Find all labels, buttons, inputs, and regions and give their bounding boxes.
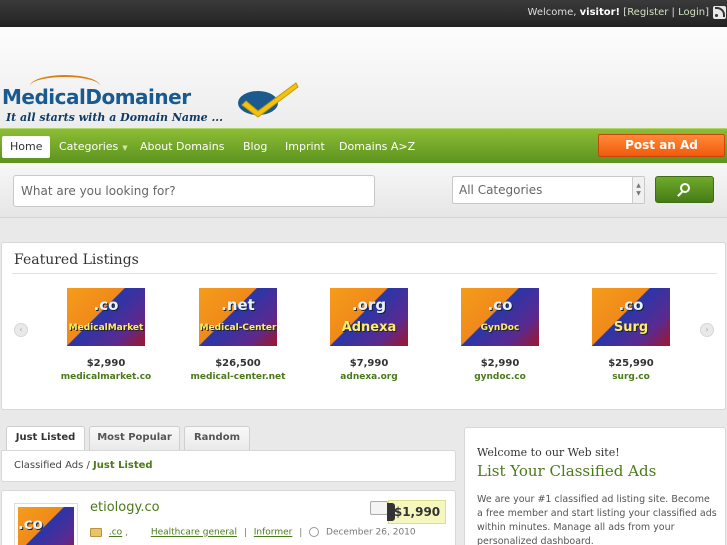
- featured-card[interactable]: .co MedicalMarket $2,990 medicalmarket.c…: [51, 288, 161, 382]
- nav-domains-az[interactable]: Domains A>Z: [339, 136, 415, 158]
- breadcrumb-root[interactable]: Classified Ads: [14, 460, 83, 471]
- featured-thumbnail[interactable]: .org Adnexa: [330, 288, 408, 346]
- separator: |: [671, 7, 675, 18]
- tab-most-popular[interactable]: Most Popular: [89, 426, 180, 450]
- meta-separator: |: [243, 527, 247, 538]
- breadcrumb-separator: /: [86, 460, 90, 471]
- search-input[interactable]: What are you looking for?: [13, 175, 375, 207]
- featured-title: Featured Listings: [14, 252, 139, 268]
- meta-dot: ,: [125, 527, 128, 538]
- thumb-name: GynDoc: [480, 323, 520, 333]
- meta-separator: |: [299, 527, 303, 538]
- featured-card[interactable]: .co Surg $25,990 surg.co: [576, 288, 686, 382]
- listing-item: .co etiology.co $1,990 .co , Healthcare …: [1, 490, 456, 545]
- thumb-name: Adnexa: [341, 320, 397, 335]
- category-select-value: All Categories: [459, 183, 543, 197]
- thumb-tld: .co: [618, 296, 644, 314]
- chevron-left-icon[interactable]: ‹: [14, 323, 28, 337]
- checkmark-logo-icon: [238, 82, 299, 118]
- logo-name-part1: Medical: [2, 85, 86, 109]
- featured-card[interactable]: .org Adnexa $7,990 adnexa.org: [314, 288, 424, 382]
- welcome-prefix: Welcome,: [527, 7, 577, 18]
- top-bar: Welcome, visitor! [Register | Login]: [0, 0, 727, 27]
- logo-tagline: It all starts with a Domain Name ...: [6, 111, 223, 124]
- thumb-tld: .org: [351, 296, 387, 314]
- register-link[interactable]: Register: [627, 7, 668, 18]
- nav-about-domains[interactable]: About Domains: [140, 136, 224, 158]
- divider: [12, 273, 717, 274]
- featured-thumbnail[interactable]: .co GynDoc: [461, 288, 539, 346]
- featured-thumbnail[interactable]: .net Medical-Center: [199, 288, 277, 346]
- listing-thumb-image: .co: [18, 507, 74, 545]
- listing-category-link[interactable]: Healthcare general: [151, 528, 237, 538]
- folder-icon: [90, 527, 102, 537]
- featured-domain-link[interactable]: medicalmarket.co: [51, 372, 161, 382]
- listing-title[interactable]: etiology.co: [90, 500, 160, 515]
- price-tag-icon: [370, 501, 388, 515]
- featured-price: $2,990: [480, 358, 520, 369]
- bracket-close: ]: [705, 7, 709, 18]
- thumb-tld: .co: [93, 296, 119, 314]
- category-select[interactable]: All Categories ▲ ▼: [452, 176, 645, 204]
- thumb-tld: .co: [487, 296, 513, 314]
- username: visitor!: [579, 7, 621, 18]
- search-button[interactable]: [655, 176, 714, 203]
- site-logo[interactable]: MedicalDomainer It all starts with a Dom…: [0, 51, 310, 131]
- nav-home[interactable]: Home: [2, 136, 51, 158]
- listing-author-link[interactable]: Informer: [254, 528, 293, 538]
- featured-domain-link[interactable]: gyndoc.co: [445, 372, 555, 382]
- breadcrumb-current: Just Listed: [93, 460, 153, 471]
- rss-icon[interactable]: [713, 6, 726, 19]
- featured-thumbnail[interactable]: .co MedicalMarket: [67, 288, 145, 346]
- featured-card[interactable]: .co GynDoc $2,990 gyndoc.co: [445, 288, 555, 382]
- widget-text: We are your #1 classified ad listing sit…: [477, 494, 717, 545]
- thumb-tld: .co: [18, 515, 43, 533]
- clock-icon: [309, 527, 320, 537]
- search-icon: [680, 183, 690, 193]
- breadcrumb: Classified Ads / Just Listed: [1, 450, 456, 482]
- nav-categories[interactable]: Categories ▼: [59, 136, 128, 158]
- thumb-name: Surg: [613, 320, 649, 335]
- tab-just-listed[interactable]: Just Listed: [6, 426, 85, 451]
- listing-thumbnail[interactable]: .co: [14, 503, 78, 545]
- featured-price: $2,990: [86, 358, 126, 369]
- logo-name: MedicalDomainer: [2, 85, 191, 109]
- featured-price: $26,500: [215, 358, 261, 369]
- welcome-message: Welcome, visitor! [Register | Login]: [528, 7, 709, 18]
- widget-welcome: Welcome to our Web site!: [477, 446, 620, 459]
- header: MedicalDomainer It all starts with a Dom…: [0, 27, 727, 128]
- chevron-right-icon[interactable]: ›: [700, 323, 714, 337]
- thumb-tld: .net: [221, 296, 255, 314]
- thumb-name: Medical-Center: [199, 323, 277, 333]
- featured-price: $7,990: [349, 358, 389, 369]
- featured-listings: Featured Listings ‹ › .co MedicalMarket …: [1, 242, 726, 410]
- listing-price: $1,990: [387, 500, 446, 524]
- widget-headline: List Your Classified Ads: [477, 462, 657, 480]
- select-arrows-icon: ▲ ▼: [632, 177, 644, 203]
- chevron-down-icon: ▼: [122, 144, 128, 152]
- featured-domain-link[interactable]: medical-center.net: [183, 372, 293, 382]
- listing-meta: .co , Healthcare general | Informer | De…: [90, 527, 416, 538]
- featured-domain-link[interactable]: adnexa.org: [314, 372, 424, 382]
- logo-name-part2: Domainer: [85, 85, 191, 109]
- nav-imprint[interactable]: Imprint: [285, 136, 325, 158]
- featured-card[interactable]: .net Medical-Center $26,500 medical-cent…: [183, 288, 293, 382]
- tab-random[interactable]: Random: [184, 426, 250, 450]
- nav-categories-label: Categories: [59, 140, 119, 153]
- featured-price: $25,990: [608, 358, 654, 369]
- nav-blog[interactable]: Blog: [243, 136, 267, 158]
- thumb-name: MedicalMarket: [68, 323, 144, 333]
- login-link[interactable]: Login: [678, 7, 705, 18]
- featured-domain-link[interactable]: surg.co: [576, 372, 686, 382]
- post-ad-button[interactable]: Post an Ad: [598, 134, 725, 157]
- featured-thumbnail[interactable]: .co Surg: [592, 288, 670, 346]
- listing-date: December 26, 2010: [326, 527, 416, 538]
- listing-tld-link[interactable]: .co: [109, 528, 122, 538]
- welcome-widget: Welcome to our Web site! List Your Class…: [464, 427, 726, 545]
